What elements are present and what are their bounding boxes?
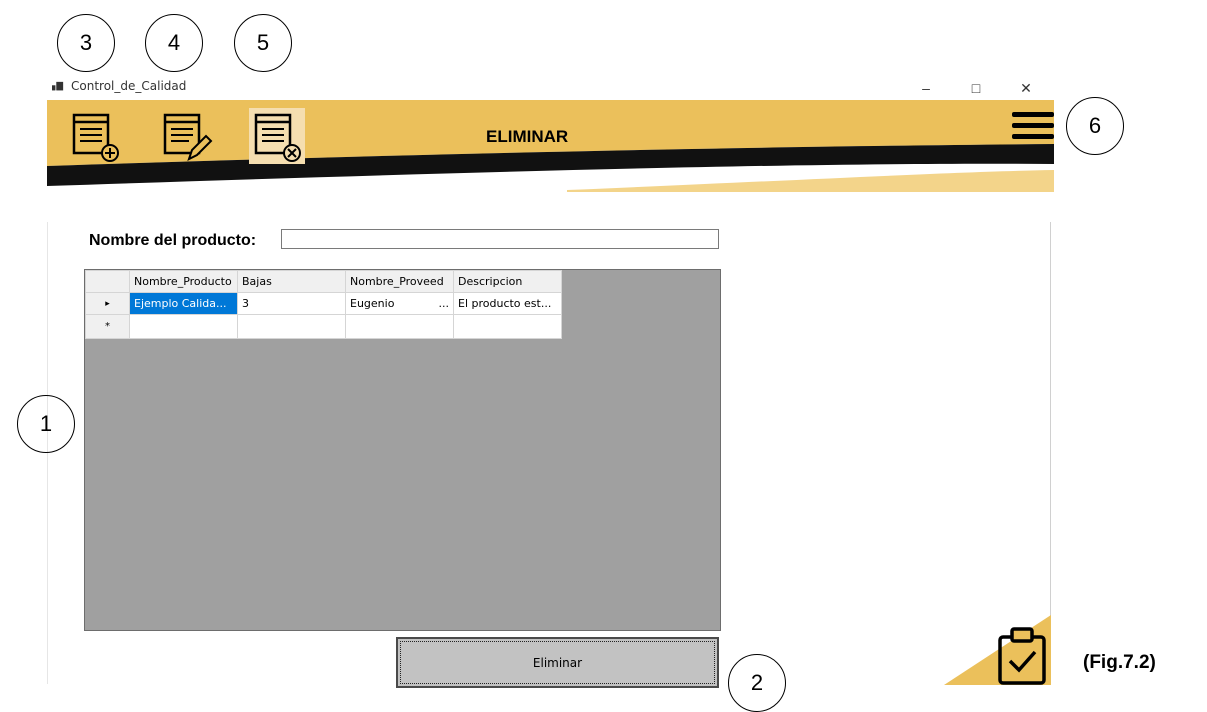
minimize-button[interactable]: –: [903, 76, 949, 100]
cell-nombre-producto[interactable]: Ejemplo Calida...: [129, 292, 238, 315]
cell-nombre-proveedor-value: Eugenio: [350, 297, 395, 310]
new-cell-bajas[interactable]: [237, 314, 346, 339]
table-row[interactable]: ▸ Ejemplo Calida... 3 Eugenio ... El pro…: [85, 292, 562, 315]
callout-1: 1: [17, 395, 75, 453]
new-cell-descripcion[interactable]: [453, 314, 562, 339]
page-title: ELIMINAR: [486, 127, 569, 146]
datagrid-table: Nombre_Producto Bajas Nombre_Proveed Des…: [85, 270, 562, 339]
nombre-producto-label: Nombre del producto:: [89, 232, 257, 249]
callout-2: 2: [728, 654, 786, 712]
callout-4: 4: [145, 14, 203, 72]
cell-bajas[interactable]: 3: [237, 292, 346, 315]
new-cell-nombre-producto[interactable]: [129, 314, 238, 339]
new-cell-nombre-proveedor[interactable]: [345, 314, 454, 339]
column-header-bajas[interactable]: Bajas: [237, 270, 346, 293]
callout-3: 3: [57, 14, 115, 72]
column-header-nombre-proveedor[interactable]: Nombre_Proveed: [345, 270, 454, 293]
corner-decoration: [944, 615, 1051, 685]
current-row-indicator[interactable]: ▸: [85, 292, 130, 315]
cell-nombre-proveedor[interactable]: Eugenio ...: [345, 292, 454, 315]
nombre-producto-input[interactable]: [281, 229, 719, 249]
new-row-indicator[interactable]: *: [85, 314, 130, 339]
column-header-descripcion[interactable]: Descripcion: [453, 270, 562, 293]
eliminar-button[interactable]: Eliminar: [396, 637, 719, 688]
hamburger-menu-icon[interactable]: [1012, 110, 1054, 144]
maximize-button[interactable]: □: [953, 76, 999, 100]
grid-corner-header[interactable]: [85, 270, 130, 293]
column-header-nombre-producto[interactable]: Nombre_Producto: [129, 270, 238, 293]
products-datagrid[interactable]: Nombre_Producto Bajas Nombre_Proveed Des…: [84, 269, 721, 631]
window-title: Control_de_Calidad: [71, 79, 187, 93]
figure-caption: (Fig.7.2): [1083, 652, 1156, 673]
callout-5: 5: [234, 14, 292, 72]
cell-descripcion[interactable]: El producto est...: [453, 292, 562, 315]
app-icon: [52, 81, 64, 91]
new-row[interactable]: *: [85, 314, 562, 339]
callout-6: 6: [1066, 97, 1124, 155]
close-button[interactable]: ✕: [1003, 76, 1049, 100]
window-titlebar: Control_de_Calidad – □ ✕: [47, 76, 1054, 100]
panel-border-left: [47, 222, 48, 684]
delete-record-icon[interactable]: [249, 108, 305, 164]
add-record-icon[interactable]: [67, 108, 123, 164]
edit-record-icon[interactable]: [158, 108, 214, 164]
cell-overflow-ellipsis: ...: [438, 297, 450, 310]
